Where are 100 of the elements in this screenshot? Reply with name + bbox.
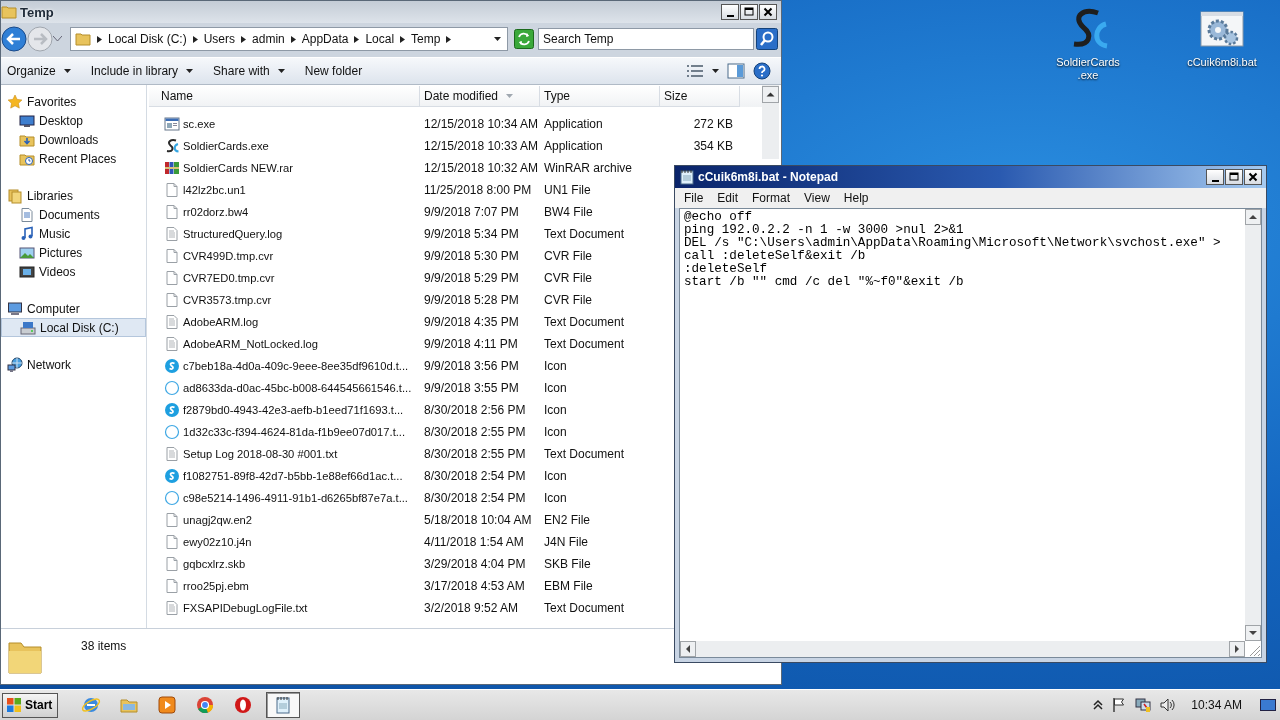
breadcrumb[interactable]: Local (365, 32, 395, 46)
show-desktop-button[interactable] (1260, 697, 1276, 713)
file-name[interactable]: f1082751-89f8-42d7-b5bb-1e88ef66d1ac.t... (183, 470, 403, 482)
column-header[interactable]: Size (660, 86, 740, 107)
breadcrumb[interactable]: Temp (411, 32, 441, 46)
address-bar[interactable]: Local Disk (C:) Users admin AppData Local Temp (70, 27, 508, 51)
search-button[interactable] (756, 28, 778, 50)
breadcrumb[interactable]: admin (252, 32, 285, 46)
file-name[interactable]: gqbcxlrz.skb (183, 558, 246, 570)
toolbar-button[interactable]: Share with (207, 60, 291, 82)
minimize-icon (1211, 179, 1219, 182)
file-name[interactable]: f2879bd0-4943-42e3-aefb-b1eed71f1693.t... (183, 404, 404, 416)
type-cell-text: WinRAR archive (543, 161, 634, 175)
nav-item[interactable]: Favorites (1, 92, 146, 111)
file-name[interactable]: AdobeARM.log (183, 316, 259, 328)
menu-item[interactable]: Edit (710, 190, 746, 206)
file-name[interactable]: rroo25pj.ebm (183, 580, 249, 592)
nav-item[interactable]: Network (1, 355, 146, 374)
file-name[interactable]: StructuredQuery.log (183, 228, 283, 240)
preview-pane-button[interactable] (727, 63, 745, 79)
view-caret-icon[interactable] (712, 69, 719, 73)
scrollbar[interactable] (1245, 209, 1261, 641)
taskbar-button[interactable] (266, 692, 301, 718)
file-name[interactable]: CVR499D.tmp.cvr (183, 250, 274, 262)
history-caret-icon[interactable] (53, 36, 62, 42)
file-name[interactable]: c98e5214-1496-4911-91b1-d6265bf87e7a.t... (183, 492, 408, 504)
search-field[interactable]: Search Temp (538, 28, 754, 50)
show-hidden-icons-button[interactable] (1093, 699, 1104, 711)
maximize-button[interactable] (740, 4, 758, 20)
close-button[interactable] (1244, 169, 1262, 185)
file-name[interactable]: c7beb18a-4d0a-409c-9eee-8ee35df9610d.t... (183, 360, 409, 372)
scroll-right-button[interactable] (1229, 641, 1245, 657)
scrollbar[interactable] (762, 85, 779, 159)
nav-item[interactable]: Music (1, 224, 146, 243)
type-cell-text: Text Document (543, 601, 626, 615)
file-name[interactable]: CVR7ED0.tmp.cvr (183, 272, 275, 284)
scroll-up-button[interactable] (1245, 209, 1261, 225)
nav-item[interactable]: Libraries (1, 186, 146, 205)
minimize-button[interactable] (1206, 169, 1224, 185)
scrollbar[interactable] (680, 641, 1245, 657)
column-header[interactable]: Name (149, 86, 420, 107)
file-icon (164, 512, 180, 528)
network-icon[interactable] (1135, 697, 1152, 713)
chevron-icon[interactable] (191, 35, 199, 43)
column-header[interactable]: Type (540, 86, 660, 107)
chevron-icon[interactable] (289, 35, 297, 43)
chevron-icon[interactable] (96, 35, 103, 43)
toolbar-button[interactable]: Organize (1, 60, 77, 82)
back-button[interactable] (1, 26, 27, 52)
toolbar-button[interactable]: Include in library (84, 60, 200, 82)
minimize-button[interactable] (721, 4, 739, 20)
icon-label[interactable]: SoldierCards .exe (1054, 56, 1122, 82)
file-name[interactable]: ad8633da-d0ac-45bc-b008-644545661546.t... (183, 382, 412, 394)
menu-item[interactable]: Format (745, 190, 798, 206)
clock[interactable]: 10:34 AM (1191, 698, 1242, 712)
file-name[interactable]: Setup Log 2018-08-30 #001.txt (183, 448, 338, 460)
scroll-left-button[interactable] (680, 641, 696, 657)
file-name[interactable]: SoldierCards.exe (183, 140, 269, 152)
scroll-up-button[interactable] (762, 86, 779, 103)
help-button[interactable] (753, 62, 771, 80)
breadcrumb[interactable]: AppData (301, 32, 349, 46)
file-name[interactable]: 1d32c33c-f394-4624-81da-f1b9ee07d017.t... (183, 426, 406, 438)
menu-item[interactable]: View (797, 190, 837, 206)
nav-item[interactable]: Videos (1, 262, 146, 281)
file-name[interactable]: ewy02z10.j4n (183, 536, 252, 548)
maximize-icon (742, 5, 756, 19)
file-name[interactable]: sc.exe (183, 118, 216, 130)
start-button[interactable]: Start (2, 692, 59, 718)
maximize-button[interactable] (1225, 169, 1243, 185)
chevron-icon[interactable] (240, 35, 248, 43)
chevron-icon[interactable] (353, 35, 361, 43)
icon-label[interactable]: cCuik6m8i.bat (1185, 56, 1259, 69)
menu-item[interactable]: File (677, 190, 711, 206)
breadcrumb[interactable]: Local Disk (C:) (108, 32, 187, 46)
nav-item[interactable]: Pictures (1, 243, 146, 262)
chevron-icon[interactable] (399, 35, 407, 43)
file-name[interactable]: l42lz2bc.un1 (183, 184, 246, 196)
text-line: call :deleteSelf&exit /b (684, 250, 867, 263)
toolbar-button[interactable]: New folder (298, 60, 369, 82)
nav-item[interactable]: Desktop (1, 111, 146, 130)
refresh-button[interactable] (514, 29, 534, 49)
file-name[interactable]: FXSAPIDebugLogFile.txt (183, 602, 308, 614)
nav-item[interactable]: Downloads (1, 130, 146, 149)
file-name[interactable]: SoldierCards NEW.rar (183, 162, 294, 174)
close-button[interactable] (759, 4, 777, 20)
nav-item[interactable]: Documents (1, 205, 146, 224)
column-header[interactable]: Date modified (420, 86, 540, 107)
menu-item[interactable]: Help (836, 190, 876, 206)
file-name[interactable]: AdobeARM_NotLocked.log (183, 338, 318, 350)
breadcrumb[interactable]: Users (203, 32, 236, 46)
nav-item[interactable]: Local Disk (C:) (1, 318, 146, 337)
view-options-button[interactable] (686, 64, 704, 78)
file-name[interactable]: CVR3573.tmp.cvr (183, 294, 272, 306)
nav-item[interactable]: Computer (1, 299, 146, 318)
file-name[interactable]: unagj2qw.en2 (183, 514, 253, 526)
scroll-down-button[interactable] (1245, 625, 1261, 641)
chevron-icon[interactable] (445, 35, 453, 43)
speaker-icon[interactable] (1159, 697, 1176, 713)
nav-item[interactable]: Recent Places (1, 149, 146, 168)
file-name[interactable]: rr02dorz.bw4 (183, 206, 249, 218)
